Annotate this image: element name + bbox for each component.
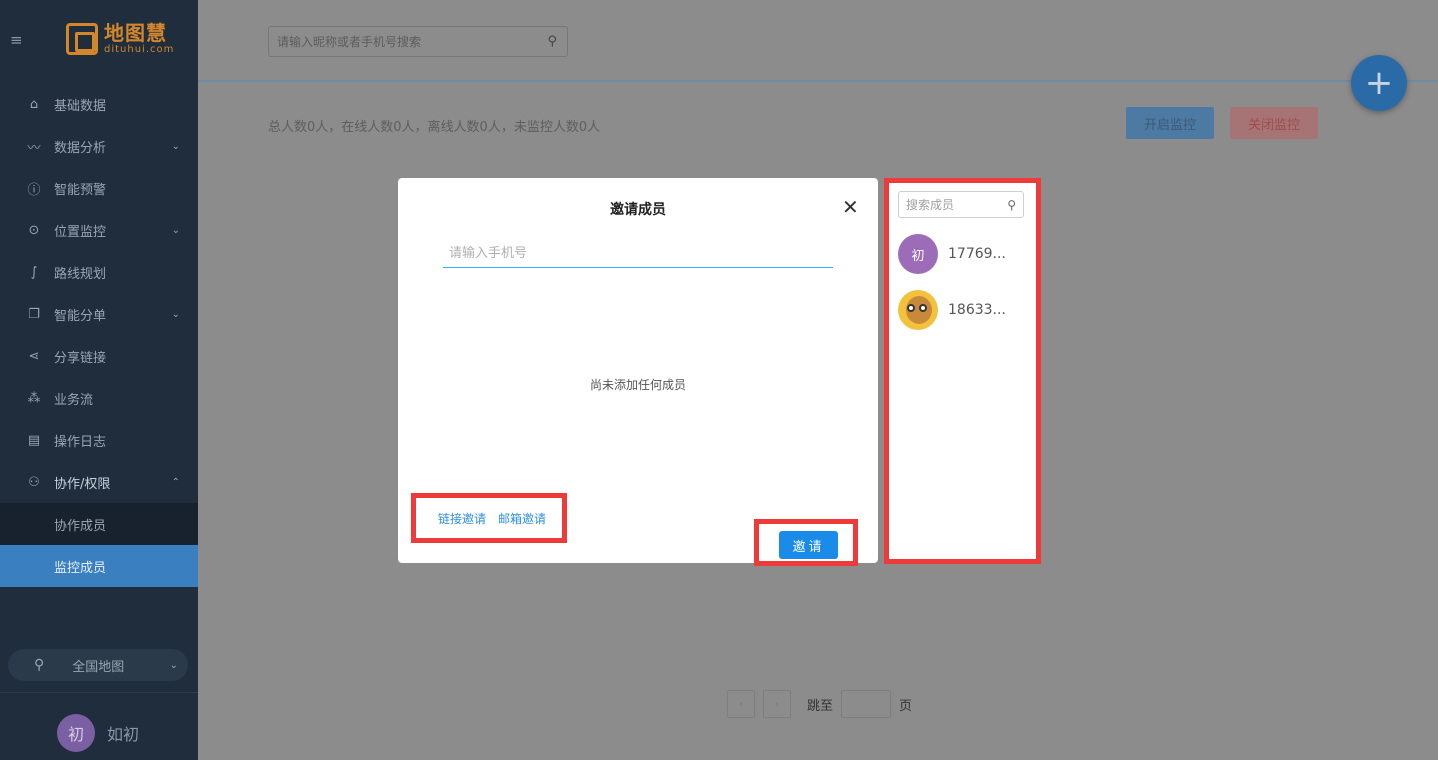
map-select[interactable]: ⚲ 全国地图 ⌄ <box>8 649 188 681</box>
sidebar-item-label: 基础数据 <box>54 98 107 114</box>
sidebar-item-collaboration[interactable]: ⚇ 协作/权限 ⌃ <box>0 461 198 503</box>
empty-state-text: 尚未添加任何成员 <box>589 378 686 392</box>
sidebar-item-operation-log[interactable]: ▤ 操作日志 <box>0 419 198 461</box>
sidebar-item-label: 智能预警 <box>54 182 107 198</box>
user-name: 如初 <box>107 725 140 744</box>
chevron-down-icon: ⌄ <box>171 224 180 236</box>
user-icon: ⚇ <box>28 474 40 490</box>
logo-mark-icon <box>66 23 98 55</box>
sidebar-item-basic-data[interactable]: ⌂ 基础数据 <box>0 83 198 125</box>
chevron-up-icon: ⌃ <box>171 476 180 488</box>
sidebar-item-data-analysis[interactable]: 〰 数据分析 ⌄ <box>0 125 198 167</box>
workflow-icon: ⁂ <box>27 390 41 406</box>
location-pin-icon: ⊙ <box>28 222 40 238</box>
clipboard-icon: ▤ <box>27 432 41 448</box>
chevron-down-icon: ⌄ <box>171 308 180 320</box>
current-user[interactable]: 初 如初 <box>57 714 139 752</box>
sidebar: ≡ 地图慧 dituhui.com ⌂ 基础数据 〰 数据分析 ⌄ ⓘ 智能预警… <box>0 0 198 760</box>
next-page-button[interactable]: › <box>763 690 791 718</box>
close-icon[interactable]: ✕ <box>842 197 859 217</box>
highlight-box <box>754 519 858 566</box>
search-placeholder: 请输入昵称或者手机号搜索 <box>277 35 422 49</box>
topbar: 请输入昵称或者手机号搜索 ⚲ <box>198 0 1438 82</box>
sidebar-item-share-link[interactable]: ⋖ 分享链接 <box>0 335 198 377</box>
logo-bar: ≡ 地图慧 dituhui.com <box>0 0 198 80</box>
sidebar-item-route-planning[interactable]: ∫ 路线规划 <box>0 251 198 293</box>
sidebar-item-smart-dispatch[interactable]: ❐ 智能分单 ⌄ <box>0 293 198 335</box>
sidebar-item-workflow[interactable]: ⁂ 业务流 <box>0 377 198 419</box>
sidebar-item-smart-alert[interactable]: ⓘ 智能预警 <box>0 167 198 209</box>
info-circle-icon: ⓘ <box>27 182 41 198</box>
copy-icon: ❐ <box>28 306 40 322</box>
page-label: 页 <box>899 698 913 714</box>
pagination: ‹ › 跳至 页 <box>727 690 920 718</box>
member-stats: 总人数0人，在线人数0人，离线人数0人，未监控人数0人 <box>268 120 601 135</box>
sidebar-item-label: 数据分析 <box>54 140 107 156</box>
start-monitor-button[interactable]: 开启监控 <box>1126 107 1214 139</box>
logo-name: 地图慧 <box>104 21 167 45</box>
divider <box>0 692 198 693</box>
logo[interactable]: 地图慧 dituhui.com <box>66 22 174 56</box>
sidebar-item-label: 路线规划 <box>54 266 107 282</box>
sidebar-item-label: 分享链接 <box>54 350 107 366</box>
sidebar-item-label: 操作日志 <box>54 434 107 450</box>
sidebar-subitem-collab-members[interactable]: 协作成员 <box>0 503 198 545</box>
search-input[interactable]: 请输入昵称或者手机号搜索 ⚲ <box>268 26 568 57</box>
highlight-box <box>411 493 567 543</box>
jump-label: 跳至 <box>807 698 834 714</box>
sidebar-item-location-monitor[interactable]: ⊙ 位置监控 ⌄ <box>0 209 198 251</box>
sidebar-item-label: 业务流 <box>54 392 94 408</box>
highlight-box <box>884 178 1041 564</box>
dialog-title: 邀请成员 <box>610 202 666 218</box>
add-button[interactable]: + <box>1351 55 1407 111</box>
map-select-label: 全国地图 <box>72 659 125 675</box>
home-icon: ⌂ <box>29 96 39 112</box>
sidebar-menu: ⌂ 基础数据 〰 数据分析 ⌄ ⓘ 智能预警 ⊙ 位置监控 ⌄ ∫ 路线规划 ❐… <box>0 83 198 587</box>
share-icon: ⋖ <box>28 348 40 364</box>
chevron-down-icon: ⌄ <box>169 659 178 671</box>
sidebar-item-label: 智能分单 <box>54 308 107 324</box>
phone-input[interactable] <box>443 240 833 268</box>
sidebar-item-label: 位置监控 <box>54 224 107 240</box>
prev-page-button[interactable]: ‹ <box>727 690 755 718</box>
hamburger-menu-icon[interactable]: ≡ <box>10 31 23 49</box>
page-jump-input[interactable] <box>841 690 892 718</box>
search-icon[interactable]: ⚲ <box>547 34 557 49</box>
chevron-down-icon: ⌄ <box>171 140 180 152</box>
pulse-icon: 〰 <box>27 140 41 156</box>
sidebar-item-label: 协作/权限 <box>54 476 111 492</box>
logo-domain: dituhui.com <box>104 44 175 55</box>
avatar: 初 <box>57 714 95 752</box>
stop-monitor-button[interactable]: 关闭监控 <box>1230 107 1318 139</box>
sidebar-subitem-monitor-members[interactable]: 监控成员 <box>0 545 198 587</box>
map-user-icon: ⚲ <box>34 657 45 673</box>
route-icon: ∫ <box>30 264 38 280</box>
